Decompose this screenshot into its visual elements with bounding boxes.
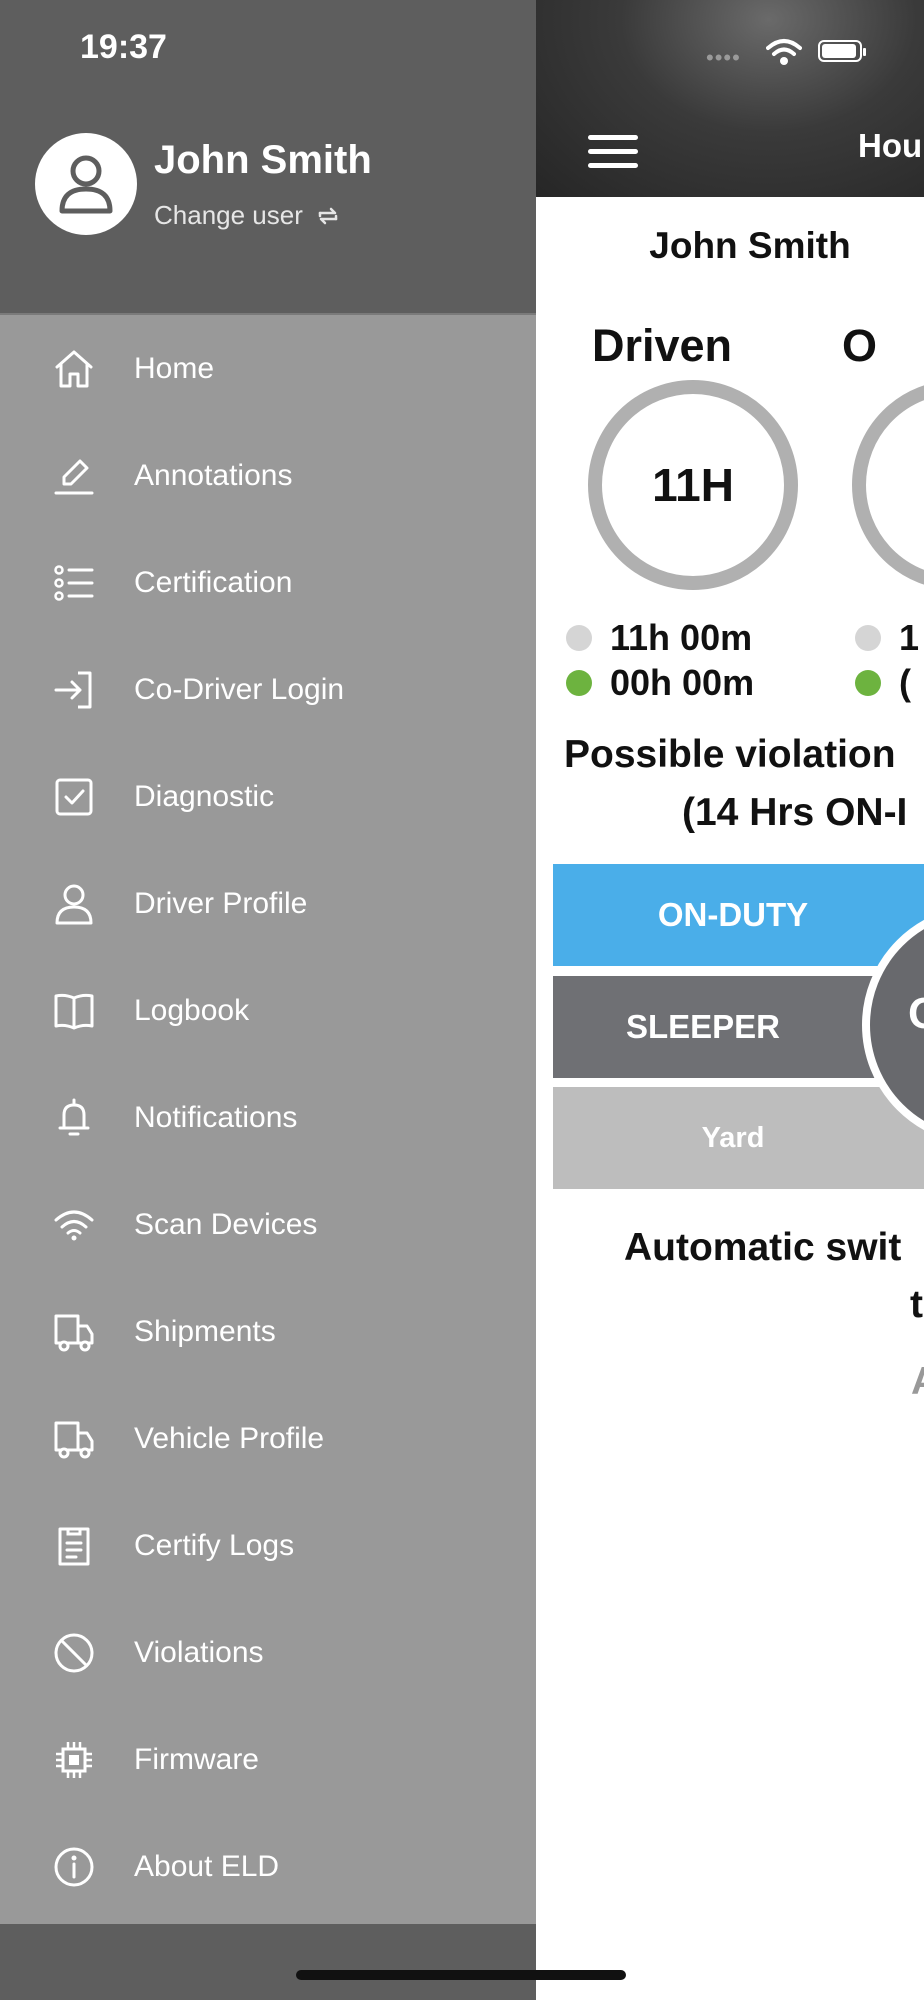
drawer-footer (0, 1924, 536, 2000)
menu-label-home: Home (134, 351, 215, 385)
chip-icon (50, 1736, 98, 1784)
driven-ring-value: 11H (652, 459, 734, 511)
avatar[interactable] (35, 133, 137, 235)
menu-item-scan-devices[interactable]: Scan Devices (0, 1171, 536, 1278)
menu-item-co-driver-login[interactable]: Co-Driver Login (0, 636, 536, 743)
driven-ring: 11H (588, 380, 798, 590)
menu-label-diagnostic: Diagnostic (134, 779, 275, 813)
wifi-icon (50, 1201, 98, 1249)
menu-item-vehicle-profile[interactable]: Vehicle Profile (0, 1385, 536, 1492)
second-used-row: ( (855, 662, 911, 704)
user-avatar-icon (59, 155, 113, 214)
home-indicator[interactable] (296, 1970, 626, 1980)
menu-label-about-eld: About ELD (134, 1849, 280, 1883)
app-header: •••• Hou (536, 0, 924, 197)
drawer-header: 19:37 John Smith Change user (0, 0, 536, 315)
bell-icon (50, 1094, 98, 1142)
menu-item-certification[interactable]: Certification (0, 529, 536, 636)
second-title: O (842, 320, 878, 371)
info-icon (50, 1843, 98, 1891)
side-drawer: 19:37 John Smith Change user Home Annota… (0, 0, 536, 2000)
menu-label-shipments: Shipments (134, 1314, 276, 1348)
driven-remaining-row: 11h 00m (566, 617, 752, 659)
login-icon (50, 666, 98, 714)
screen-title: Hou (858, 127, 923, 164)
remaining-dot-icon (855, 625, 881, 651)
swap-icon (318, 207, 338, 224)
menu-item-diagnostic[interactable]: Diagnostic (0, 743, 536, 850)
status-icons: •••• (706, 36, 906, 70)
menu-label-certify-logs: Certify Logs (134, 1528, 295, 1562)
truck-icon (50, 1415, 98, 1463)
menu-label-logbook: Logbook (134, 993, 250, 1027)
menu-label-firmware: Firmware (134, 1742, 259, 1776)
status-circle-label: O (908, 989, 924, 1039)
second-stat: O 1 ( (842, 320, 924, 703)
driven-remaining: 11h 00m (610, 617, 753, 658)
checkbox-icon (50, 773, 98, 821)
driven-stat: Driven 11H 11h 00m 00h 00m (547, 320, 807, 703)
change-user-label: Change user (154, 200, 303, 230)
prohibited-icon (50, 1629, 98, 1677)
violation-detail: (14 Hrs ON-I (682, 791, 908, 834)
list-icon (50, 559, 98, 607)
change-user-button[interactable]: Change user (154, 200, 339, 231)
pencil-icon (50, 452, 98, 500)
menu-item-notifications[interactable]: Notifications (0, 1064, 536, 1171)
used-dot-icon (855, 670, 881, 696)
menu-item-violations[interactable]: Violations (0, 1599, 536, 1706)
second-remaining-row: 1 (855, 617, 919, 659)
menu-item-logbook[interactable]: Logbook (0, 957, 536, 1064)
menu-label-certification: Certification (134, 565, 293, 599)
menu-label-annotations: Annotations (134, 458, 293, 492)
menu-label-scan-devices: Scan Devices (134, 1207, 318, 1241)
user-name: John Smith (154, 138, 372, 182)
wifi-icon (766, 39, 802, 65)
auto-switch-text-3: A (911, 1360, 924, 1404)
clipboard-icon (50, 1522, 98, 1570)
user-icon (50, 880, 98, 928)
status-time: 19:37 (80, 28, 167, 66)
second-ring (852, 380, 924, 590)
driven-used-row: 00h 00m (566, 662, 754, 704)
yard-button[interactable]: Yard (553, 1087, 924, 1189)
truck-icon (50, 1308, 98, 1356)
used-dot-icon (566, 670, 592, 696)
menu-item-home[interactable]: Home (0, 315, 536, 422)
menu-item-driver-profile[interactable]: Driver Profile (0, 850, 536, 957)
book-icon (50, 987, 98, 1035)
second-used: ( (899, 662, 911, 703)
violation-warning: Possible violation (564, 733, 896, 776)
hours-of-service-screen: •••• Hou John Smith Driven 11H 11h 00m 0… (536, 0, 924, 2000)
menu-item-shipments[interactable]: Shipments (0, 1278, 536, 1385)
menu-button[interactable] (588, 135, 638, 171)
battery-icon (818, 40, 866, 62)
driver-name: John Smith (649, 225, 851, 266)
home-icon (50, 345, 98, 393)
menu-item-firmware[interactable]: Firmware (0, 1706, 536, 1813)
menu-item-annotations[interactable]: Annotations (0, 422, 536, 529)
menu-label-violations: Violations (134, 1635, 264, 1669)
menu-item-about-eld[interactable]: About ELD (0, 1813, 536, 1920)
driven-used: 00h 00m (610, 662, 755, 703)
signal-icon: •••• (706, 45, 741, 70)
auto-switch-text-2: t (910, 1283, 923, 1326)
menu-label-driver-profile: Driver Profile (134, 886, 308, 920)
second-remaining: 1 (899, 617, 920, 658)
driven-title: Driven (591, 320, 733, 371)
on-duty-button[interactable]: ON-DUTY (553, 864, 924, 966)
auto-switch-text: Automatic swit (624, 1226, 902, 1269)
menu-label-co-driver-login: Co-Driver Login (134, 672, 345, 706)
menu-item-certify-logs[interactable]: Certify Logs (0, 1492, 536, 1599)
menu-label-notifications: Notifications (134, 1100, 298, 1134)
menu-label-vehicle-profile: Vehicle Profile (134, 1421, 325, 1455)
remaining-dot-icon (566, 625, 592, 651)
